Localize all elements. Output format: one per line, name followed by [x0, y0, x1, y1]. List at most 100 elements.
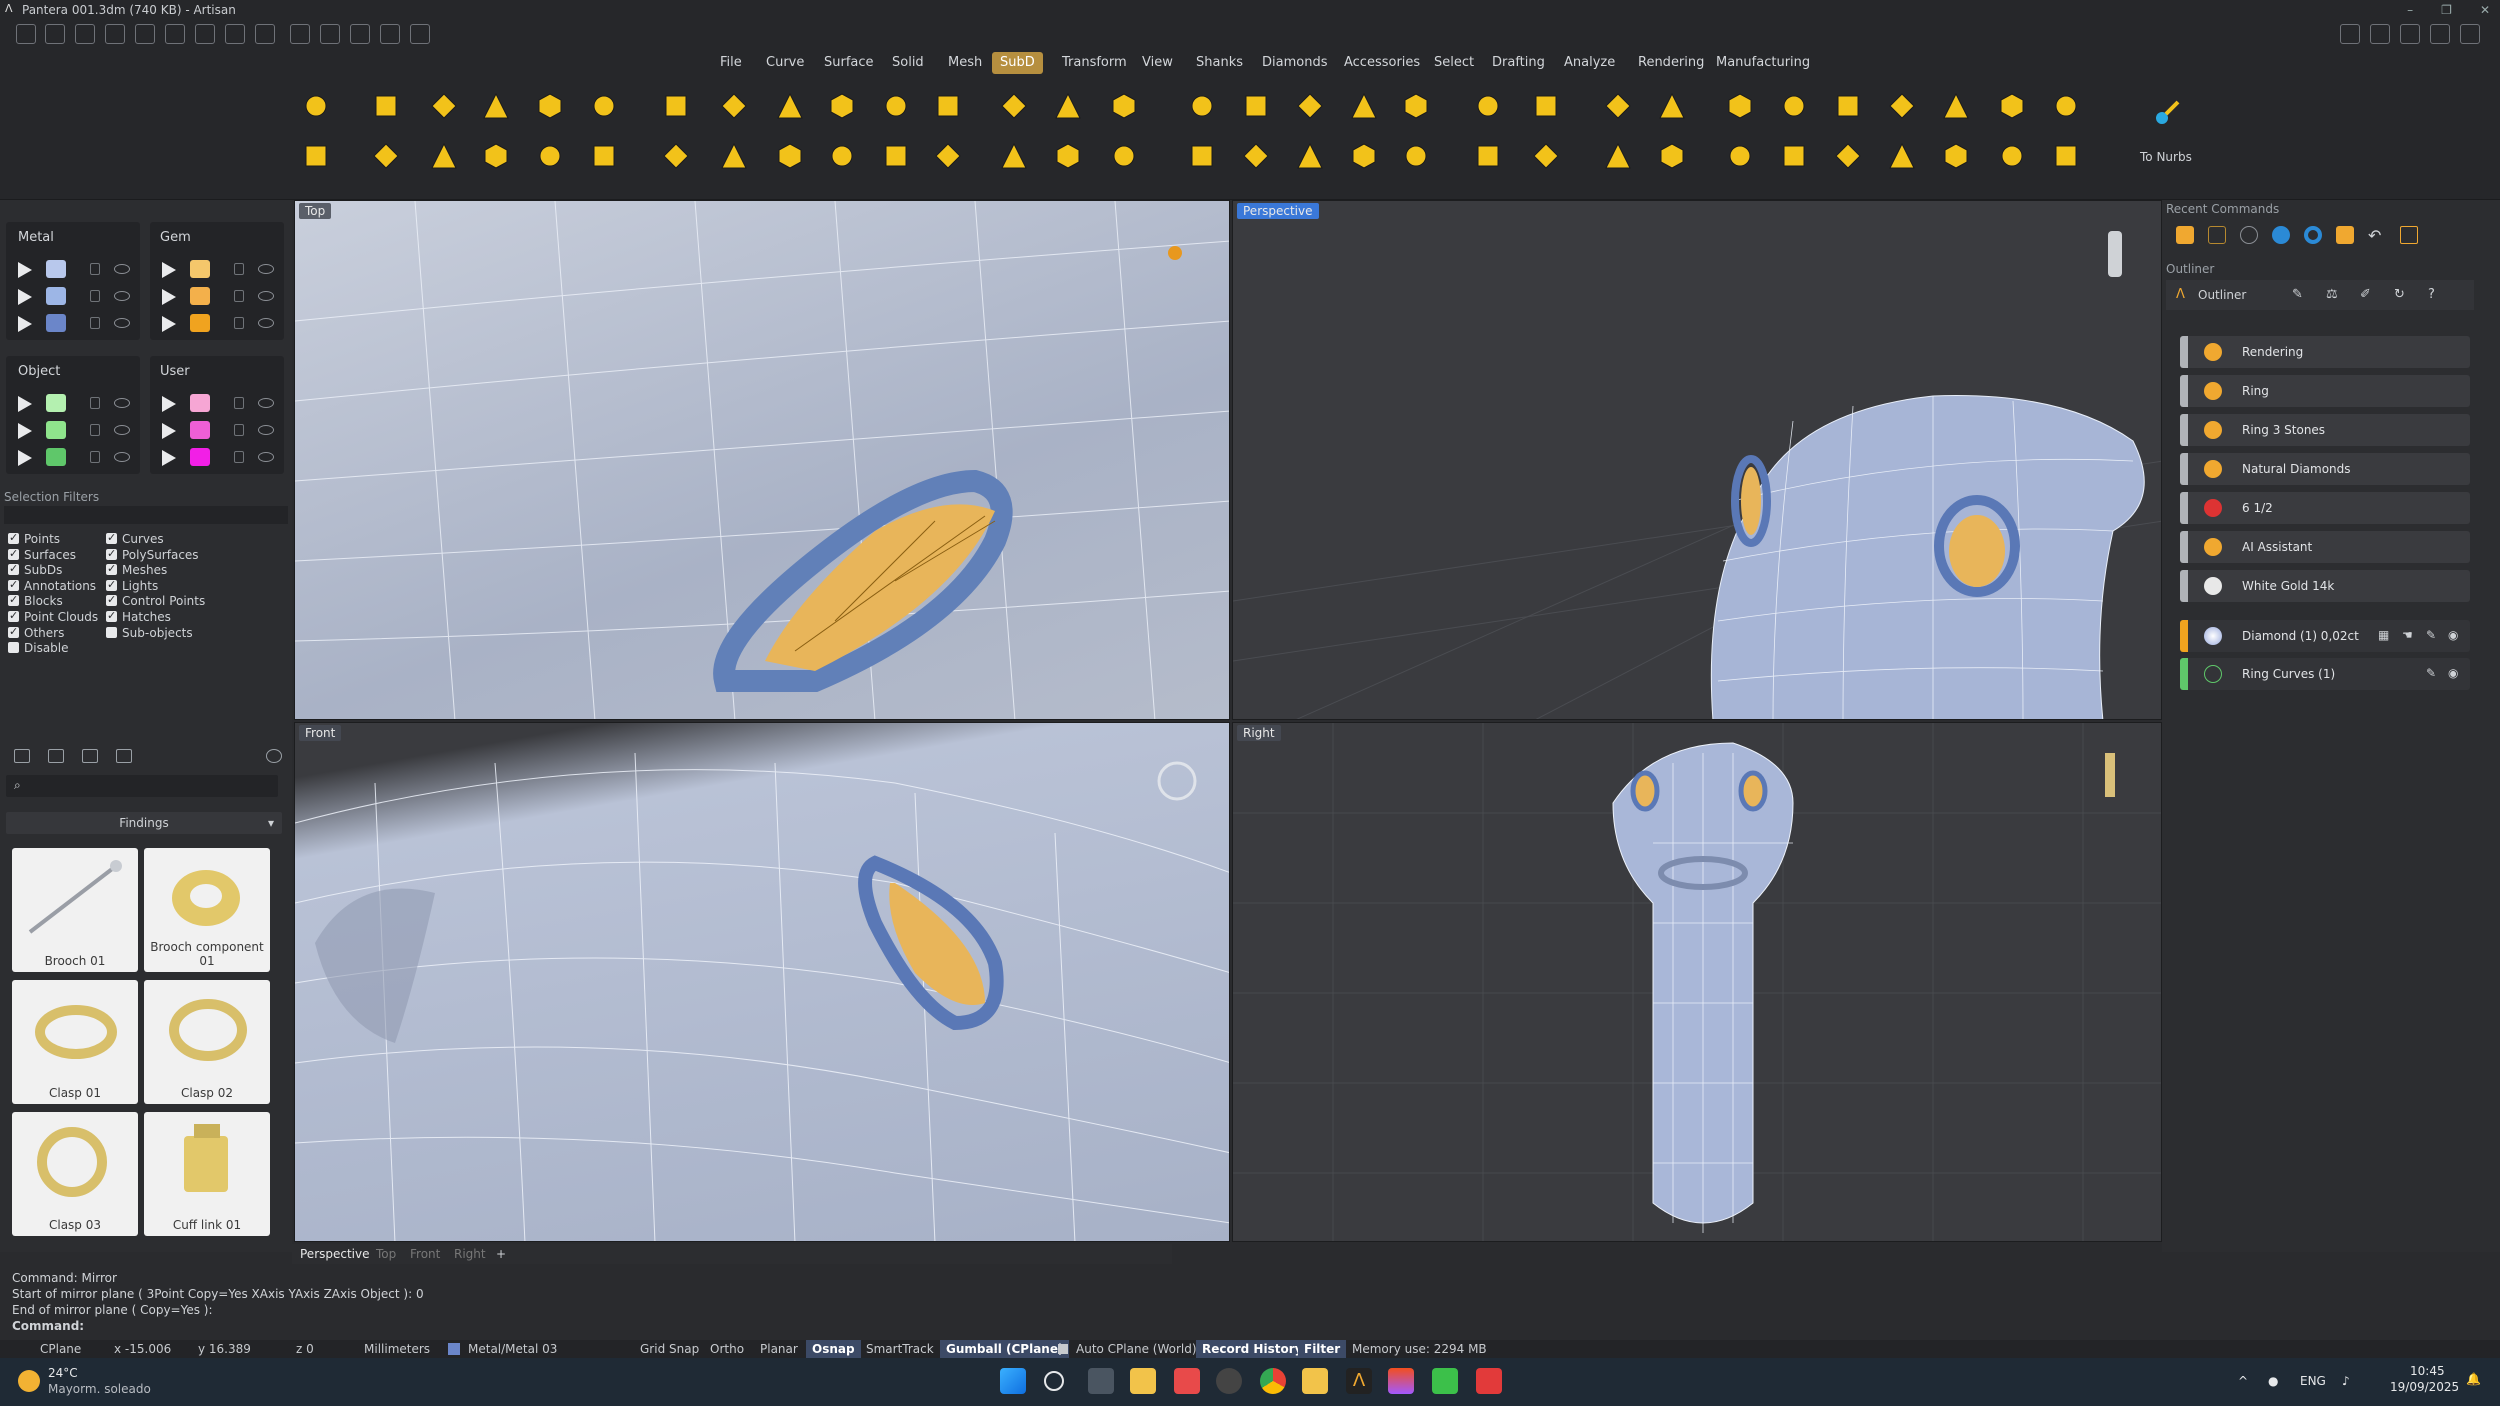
ribbon-tool-icon[interactable]	[876, 136, 916, 176]
to-nurbs-label[interactable]: To Nurbs	[2140, 150, 2192, 164]
filter-checkbox[interactable]: SubDs	[8, 561, 62, 578]
ribbon-tool-icon[interactable]	[994, 86, 1034, 126]
status-planar[interactable]: Planar	[754, 1340, 804, 1358]
layer-row[interactable]	[10, 285, 130, 309]
recent-command-icon[interactable]	[2176, 226, 2194, 244]
ribbon-tool-icon[interactable]	[1828, 86, 1868, 126]
lock-icon[interactable]	[234, 451, 244, 463]
notification-icon[interactable]: 🔔	[2466, 1372, 2481, 1386]
layer-row[interactable]	[154, 258, 274, 282]
ribbon-tool-icon[interactable]	[584, 136, 624, 176]
lock-icon[interactable]	[90, 397, 100, 409]
layer-row[interactable]	[154, 312, 274, 336]
ribbon-tool-icon[interactable]	[1104, 86, 1144, 126]
tray-date[interactable]: 19/09/2025	[2390, 1380, 2459, 1394]
file-explorer-icon[interactable]	[1130, 1368, 1156, 1394]
lock-icon[interactable]	[234, 397, 244, 409]
play-icon[interactable]	[18, 396, 32, 412]
play-icon[interactable]	[162, 262, 176, 278]
play-icon[interactable]	[18, 316, 32, 332]
ribbon-tool-icon[interactable]	[714, 136, 754, 176]
filter-checkbox[interactable]: Blocks	[8, 592, 63, 609]
ribbon-tool-icon[interactable]	[1468, 136, 1508, 176]
tool-a-icon[interactable]	[290, 24, 310, 44]
weather-desc[interactable]: Mayorm. soleado	[48, 1382, 151, 1396]
ribbon-tool-icon[interactable]	[770, 136, 810, 176]
layer-row[interactable]	[10, 419, 130, 443]
undo-icon[interactable]: ↶	[2368, 226, 2381, 245]
object-row-diamond[interactable]: Diamond (1) 0,02ct ▦ ☚ ✎ ◉	[2180, 620, 2470, 652]
eye-icon[interactable]	[114, 264, 130, 274]
layer-color-swatch[interactable]	[190, 260, 210, 278]
tray-language[interactable]: ENG	[2300, 1374, 2326, 1388]
lock-icon[interactable]	[90, 317, 100, 329]
eye-icon[interactable]	[258, 425, 274, 435]
viewport-perspective[interactable]: Perspective	[1232, 200, 2162, 720]
play-icon[interactable]	[162, 289, 176, 305]
layer-row[interactable]	[10, 258, 130, 282]
ribbon-tool-icon[interactable]	[424, 136, 464, 176]
windows-start-icon[interactable]	[1000, 1368, 1026, 1394]
library-item-cuff-link-01[interactable]: Cuff link 01	[144, 1112, 270, 1236]
ribbon-tool-icon[interactable]	[876, 86, 916, 126]
ribbon-tool-icon[interactable]	[1774, 136, 1814, 176]
eye-icon[interactable]: ◉	[2448, 666, 2458, 680]
filter-checkbox[interactable]: Annotations	[8, 577, 96, 594]
layer-color-swatch[interactable]	[190, 314, 210, 332]
layer-row[interactable]	[10, 446, 130, 470]
menu-diamonds[interactable]: Diamonds	[1254, 52, 1335, 74]
menu-file[interactable]: File	[712, 52, 750, 74]
filter-checkbox[interactable]: PolySurfaces	[106, 546, 199, 563]
recent-command-icon[interactable]	[2208, 226, 2226, 244]
eye-icon[interactable]	[258, 452, 274, 462]
lock-icon[interactable]	[234, 317, 244, 329]
library-grid-icon[interactable]	[116, 749, 132, 763]
ribbon-tool-icon[interactable]	[296, 136, 336, 176]
info-icon[interactable]	[2460, 24, 2480, 44]
library-folder-icon[interactable]	[14, 749, 30, 763]
outliner-row[interactable]: AI Assistant	[2180, 531, 2470, 563]
new-template-icon[interactable]	[45, 24, 65, 44]
ribbon-tool-icon[interactable]	[1652, 136, 1692, 176]
status-cplane[interactable]: CPlane	[34, 1340, 87, 1358]
eye-icon[interactable]	[258, 398, 274, 408]
save-as-icon[interactable]	[225, 24, 245, 44]
library-save-icon[interactable]	[82, 749, 98, 763]
edit-icon[interactable]: ✐	[2360, 287, 2371, 302]
viewport-label-perspective[interactable]: Perspective	[1237, 203, 1319, 219]
library-item-clasp-03[interactable]: Clasp 03	[12, 1112, 138, 1236]
maximize-button[interactable]: ❐	[2441, 0, 2452, 20]
command-prompt[interactable]: Command:	[12, 1318, 2500, 1334]
to-nurbs-icon[interactable]	[2148, 92, 2188, 132]
ribbon-tool-icon[interactable]	[1598, 136, 1638, 176]
library-search[interactable]: ⌕	[6, 775, 278, 797]
lock-icon[interactable]	[234, 290, 244, 302]
menu-surface[interactable]: Surface	[816, 52, 882, 74]
eye-icon[interactable]	[258, 318, 274, 328]
tool-d-icon[interactable]	[380, 24, 400, 44]
status-auto-cplane[interactable]: Auto CPlane (World)	[1070, 1340, 1203, 1358]
close-button[interactable]: ✕	[2480, 0, 2490, 20]
object-row-ring-curves[interactable]: Ring Curves (1) ✎ ◉	[2180, 658, 2470, 690]
filter-checkbox[interactable]: Point Clouds	[8, 608, 98, 625]
status-grid-snap[interactable]: Grid Snap	[634, 1340, 705, 1358]
panel-icon[interactable]	[2340, 24, 2360, 44]
help-icon[interactable]: ?	[2428, 287, 2435, 302]
play-icon[interactable]	[162, 450, 176, 466]
tab-top[interactable]: Top	[376, 1244, 396, 1264]
tab-right[interactable]: Right	[454, 1244, 486, 1264]
ribbon-tool-icon[interactable]	[1396, 86, 1436, 126]
viewport-front[interactable]: Front	[294, 722, 1230, 1242]
filter-checkbox[interactable]: Surfaces	[8, 546, 76, 563]
filter-checkbox[interactable]: Meshes	[106, 561, 167, 578]
menu-accessories[interactable]: Accessories	[1336, 52, 1428, 74]
layer-row[interactable]	[154, 446, 274, 470]
eye-icon[interactable]	[114, 398, 130, 408]
settings-icon[interactable]	[2430, 24, 2450, 44]
cloud-icon[interactable]	[2400, 24, 2420, 44]
ribbon-tool-icon[interactable]	[1236, 136, 1276, 176]
add-tab-button[interactable]: +	[496, 1244, 506, 1264]
ribbon-tool-icon[interactable]	[1720, 86, 1760, 126]
ribbon-tool-icon[interactable]	[822, 136, 862, 176]
mic-icon[interactable]: ●	[2268, 1374, 2278, 1388]
